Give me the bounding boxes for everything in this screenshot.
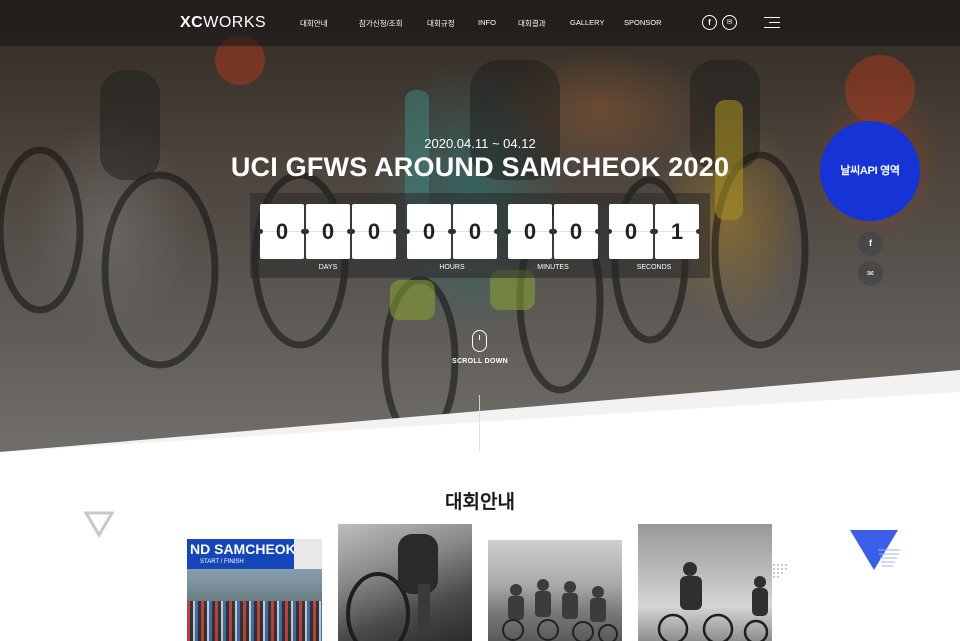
nav-item-results[interactable]: 대회결과	[518, 18, 546, 29]
nav-item-register[interactable]: 참가신청/조회	[359, 18, 402, 29]
countdown-unit-days: DAYS	[318, 264, 338, 271]
card-photo	[657, 562, 769, 641]
weather-widget[interactable]: 날씨API 영역	[820, 121, 920, 221]
nav-item-info[interactable]: INFO	[478, 18, 496, 27]
intro-card-start-finish[interactable]: ND SAMCHEOK START / FINISH	[187, 539, 322, 641]
mouse-scroll-icon[interactable]	[472, 330, 487, 352]
site-header: XCWORKS 대회안내 참가신청/조회 대회규정 INFO 대회결과 GALL…	[0, 0, 960, 46]
logo[interactable]: XCWORKS	[180, 14, 266, 32]
facebook-icon[interactable]: f	[858, 231, 883, 256]
hamburger-menu-icon[interactable]	[764, 17, 780, 29]
countdown-digit: 1	[653, 204, 701, 259]
scroll-line	[479, 395, 480, 451]
intro-card-peloton[interactable]	[488, 540, 622, 641]
event-date: 2020.04.11 ~ 04.12	[424, 136, 536, 151]
countdown-timer: 0 0 0 0 0 0 0 0 1 DAYS HOURS MINUTES SEC…	[250, 193, 710, 278]
card-photo	[346, 534, 438, 641]
mail-icon[interactable]: ✉	[722, 15, 737, 30]
dot-pattern-decoration	[773, 564, 787, 578]
countdown-digit: 0	[350, 204, 398, 259]
logo-bold: XC	[180, 14, 204, 31]
nav-item-intro[interactable]: 대회안내	[300, 18, 328, 29]
countdown-digit: 0	[304, 204, 352, 259]
logo-light: WORKS	[203, 14, 267, 31]
card-photo	[502, 579, 618, 641]
hero-diagonal-divider	[0, 370, 960, 452]
countdown-unit-minutes: MINUTES	[537, 264, 569, 271]
countdown-unit-seconds: SECONDS	[636, 264, 672, 271]
countdown-digit: 0	[552, 204, 600, 259]
countdown-digit: 0	[607, 204, 655, 259]
countdown-digit: 0	[506, 204, 554, 259]
nav-item-rules[interactable]: 대회규정	[427, 18, 455, 29]
triangle-filled-icon	[850, 530, 900, 570]
nav-item-gallery[interactable]: GALLERY	[570, 18, 604, 27]
countdown-unit-hours: HOURS	[439, 264, 465, 271]
card-banner-title: ND SAMCHEOK	[190, 541, 296, 557]
event-title: UCI GFWS AROUND SAMCHEOK 2020	[230, 152, 730, 182]
intro-card-riders[interactable]	[638, 524, 772, 641]
countdown-digit: 0	[258, 204, 306, 259]
scroll-down-label[interactable]: SCROLL DOWN	[0, 358, 960, 365]
countdown-digit: 0	[405, 204, 453, 259]
nav-item-sponsor[interactable]: SPONSOR	[624, 18, 662, 27]
section-title: 대회안내	[445, 492, 515, 513]
card-photo-crowd	[187, 601, 322, 641]
mail-icon[interactable]: ✉	[858, 261, 883, 286]
intro-card-cyclist[interactable]	[338, 524, 472, 641]
countdown-digit: 0	[451, 204, 499, 259]
card-banner-subtitle: START / FINISH	[200, 559, 244, 565]
triangle-outline-icon	[84, 511, 114, 537]
facebook-icon[interactable]: f	[702, 15, 717, 30]
